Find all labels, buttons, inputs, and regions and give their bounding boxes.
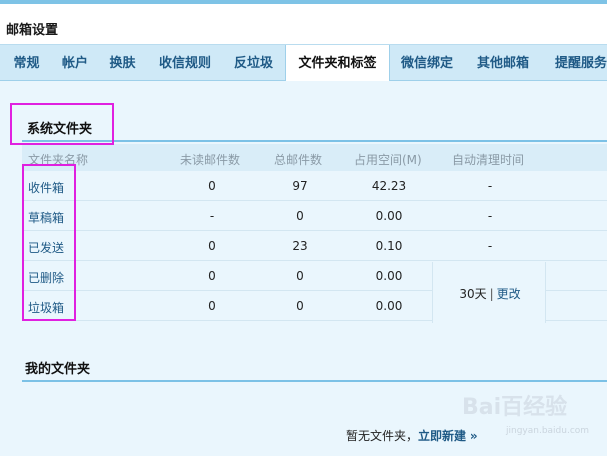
tab-other-mailbox[interactable]: 其他邮箱	[464, 45, 542, 81]
title-bar: 邮箱设置	[0, 4, 607, 44]
auto-cleanup-merged-cell: 30天 | 更改	[432, 262, 546, 323]
chevron-right-icon: »	[469, 429, 478, 443]
highlight-box-title	[10, 103, 114, 145]
cleanup-days: 30天	[459, 287, 487, 301]
space-used: 0.00	[375, 209, 403, 223]
empty-text: 暂无文件夹，	[346, 429, 419, 443]
tab-receive-rules[interactable]: 收信规则	[148, 45, 222, 81]
table-row: 草稿箱 - 0 0.00 -	[22, 201, 607, 231]
folders-content: 系统文件夹 文件夹名称 未读邮件数 总邮件数 占用空间(M) 自动清理时间 收件…	[0, 81, 607, 456]
table-row: 收件箱 0 97 42.23 -	[22, 171, 607, 201]
my-folders-title: 我的文件夹	[25, 362, 91, 377]
unread-count: 0	[208, 269, 216, 283]
new-folder-link[interactable]: 立即新建	[418, 429, 466, 443]
folder-table-header: 文件夹名称 未读邮件数 总邮件数 占用空间(M) 自动清理时间	[22, 144, 607, 171]
page-title: 邮箱设置	[6, 23, 59, 38]
space-used: 0.00	[375, 269, 403, 283]
tab-reminder-service[interactable]: 提醒服务	[542, 45, 607, 81]
cleanup-time: -	[487, 179, 493, 193]
tab-general[interactable]: 常规	[0, 45, 53, 81]
space-used: 42.23	[371, 179, 407, 193]
watermark-url: jingyan.baidu.com	[506, 426, 590, 436]
unread-count: 0	[208, 179, 216, 193]
total-count: 23	[292, 239, 308, 253]
empty-folders-note: 暂无文件夹，立即新建 »	[346, 427, 478, 444]
separator: |	[489, 287, 494, 301]
space-used: 0.00	[375, 299, 403, 313]
space-used: 0.10	[375, 239, 403, 253]
col-header-size: 占用空间(M)	[354, 153, 422, 167]
section-divider	[22, 380, 607, 382]
total-count: 0	[296, 299, 304, 313]
tab-account[interactable]: 帐户	[53, 45, 97, 81]
unread-count: -	[209, 209, 215, 223]
settings-tab-bar: 常规 帐户 换肤 收信规则 反垃圾 文件夹和标签 微信绑定 其他邮箱 提醒服务	[0, 44, 607, 82]
highlight-box-folders	[22, 164, 76, 321]
total-count: 0	[296, 209, 304, 223]
col-header-cleanup: 自动清理时间	[452, 153, 525, 167]
tab-folders-labels[interactable]: 文件夹和标签	[285, 45, 390, 82]
col-header-unread: 未读邮件数	[180, 153, 241, 167]
unread-count: 0	[208, 239, 216, 253]
tab-skin[interactable]: 换肤	[97, 45, 148, 81]
tab-wechat-binding[interactable]: 微信绑定	[390, 45, 464, 81]
table-row: 已发送 0 23 0.10 -	[22, 231, 607, 261]
unread-count: 0	[208, 299, 216, 313]
tab-anti-spam[interactable]: 反垃圾	[222, 45, 285, 81]
change-cleanup-link[interactable]: 更改	[497, 287, 521, 301]
total-count: 0	[296, 269, 304, 283]
col-header-total: 总邮件数	[274, 153, 323, 167]
cleanup-time: -	[487, 239, 493, 253]
cleanup-time: -	[487, 209, 493, 223]
watermark-logo: Bai百经验	[462, 395, 568, 420]
total-count: 97	[292, 179, 308, 193]
